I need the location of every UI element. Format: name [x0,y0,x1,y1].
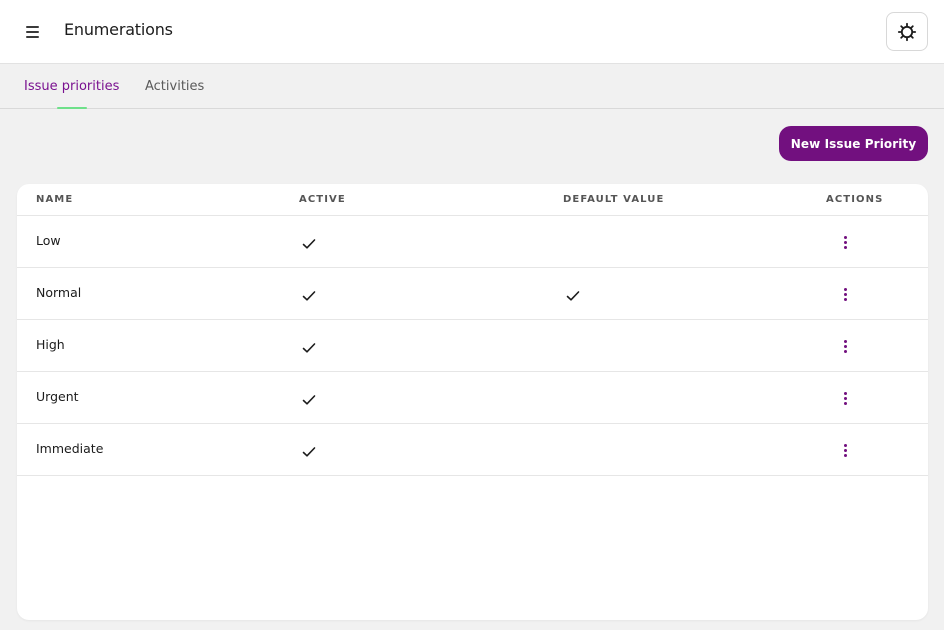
column-header-active: ACTIVE [299,194,346,205]
page-title: Enumerations [64,20,173,39]
tab-issue-priorities[interactable]: Issue priorities [24,79,119,94]
priority-name: Low [36,233,61,248]
active-check-icon [302,287,316,301]
new-issue-priority-button[interactable]: New Issue Priority [779,126,928,161]
column-header-actions: ACTIONS [826,194,884,205]
column-header-default-value: DEFAULT VALUE [563,194,665,205]
priority-name: Urgent [36,389,79,404]
more-actions-icon[interactable] [835,283,855,305]
settings-button[interactable] [886,12,928,51]
column-header-name: NAME [36,194,74,205]
table-row[interactable]: Urgent [17,372,928,424]
gear-icon [897,22,917,41]
active-check-icon [302,391,316,405]
more-actions-icon[interactable] [835,231,855,253]
priority-name: Normal [36,285,82,300]
priority-name: Immediate [36,441,104,456]
more-actions-icon[interactable] [835,387,855,409]
app-header: Enumerations [0,0,944,64]
table-header: NAME ACTIVE DEFAULT VALUE ACTIONS [17,184,928,216]
table-row[interactable]: Low [17,216,928,268]
table-row[interactable]: Normal [17,268,928,320]
table-row[interactable]: High [17,320,928,372]
active-check-icon [302,443,316,457]
tab-bar: Issue priorities Activities [0,65,944,109]
default-check-icon [566,287,580,301]
priority-name: High [36,337,65,352]
priorities-table: NAME ACTIVE DEFAULT VALUE ACTIONS Low Nor… [17,184,928,620]
active-check-icon [302,339,316,353]
tab-activities[interactable]: Activities [145,79,204,94]
more-actions-icon[interactable] [835,335,855,357]
active-check-icon [302,235,316,249]
table-row[interactable]: Immediate [17,424,928,476]
more-actions-icon[interactable] [835,439,855,461]
active-tab-indicator [57,107,87,109]
hamburger-menu-icon[interactable] [20,22,44,42]
